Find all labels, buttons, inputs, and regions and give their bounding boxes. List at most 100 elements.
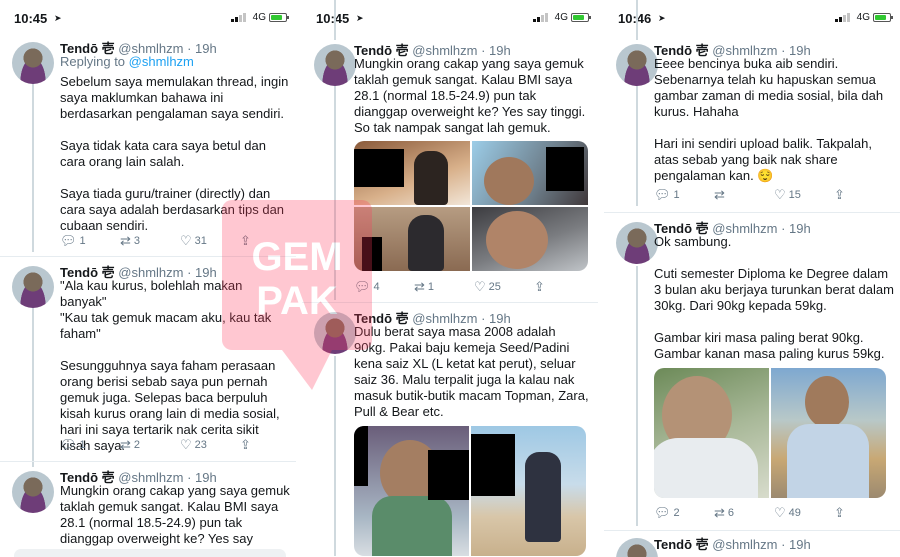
share-button[interactable]: ⇪ xyxy=(240,438,251,451)
author-name[interactable]: Tendō 壱 xyxy=(654,537,709,552)
avatar[interactable] xyxy=(616,222,658,264)
avatar[interactable] xyxy=(314,312,356,354)
battery-icon xyxy=(269,13,289,22)
like-count: 25 xyxy=(488,280,501,293)
retweet-icon: ⇄ xyxy=(120,233,131,248)
retweet-count: 3 xyxy=(133,234,141,247)
tweet-text: Sebelum saya memulakan thread, ingin say… xyxy=(60,74,289,233)
like-count: 31 xyxy=(194,234,207,247)
retweet-button[interactable]: ⇄ 6 xyxy=(714,506,734,519)
tweet-actions: 💬︎ 1 ⇄ 2 ♡ 23 ⇪ xyxy=(60,438,290,454)
photo-grid[interactable] xyxy=(354,141,588,271)
share-icon: ⇪ xyxy=(534,279,545,294)
tweet-text: Ok sambung. Cuti semester Diploma ke Deg… xyxy=(654,234,894,361)
tweet[interactable]: Tendō 壱 @shmlhzm · 19h ⌄ Eeee bencinya b… xyxy=(604,40,900,208)
photo[interactable] xyxy=(354,141,470,205)
reply-icon: 💬︎ xyxy=(60,233,77,248)
divider xyxy=(604,212,900,213)
location-arrow-icon: ➤ xyxy=(54,13,62,23)
tweet-actions: 💬︎ 4 ⇄ 1 ♡ 25 ⇪ xyxy=(354,280,584,296)
avatar[interactable] xyxy=(12,42,54,84)
author-handle[interactable]: @shmlhzm xyxy=(712,537,777,552)
reply-input-bar[interactable] xyxy=(14,549,286,557)
retweet-button[interactable]: ⇄ 1 xyxy=(414,280,434,293)
status-time: 10:45 xyxy=(316,11,350,26)
divider xyxy=(0,461,296,462)
share-button[interactable]: ⇪ xyxy=(534,280,545,293)
tweet-text: Mungkin orang cakap yang saya gemuk takl… xyxy=(60,483,290,557)
share-icon: ⇪ xyxy=(240,233,251,248)
share-button[interactable]: ⇪ xyxy=(834,188,845,201)
reply-button[interactable]: 💬︎ 2 xyxy=(654,506,680,519)
like-button[interactable]: ♡ 15 xyxy=(774,188,801,201)
thread-line xyxy=(636,0,638,40)
like-button[interactable]: ♡ 25 xyxy=(474,280,501,293)
photo[interactable] xyxy=(472,141,588,205)
replying-handle-link[interactable]: @shmlhzm xyxy=(129,54,194,69)
battery-icon xyxy=(571,13,591,22)
tweet[interactable]: Tendō 壱 @shmlhzm · 19h Replying to @shml… xyxy=(0,38,296,256)
status-bar: 10:45 ➤ 4G xyxy=(0,0,296,36)
network-type: 4G xyxy=(252,12,266,23)
retweet-icon: ⇄ xyxy=(414,279,425,294)
divider xyxy=(604,530,900,531)
reply-button[interactable]: 💬︎ 1 xyxy=(60,438,86,451)
like-button[interactable]: ♡ 23 xyxy=(180,438,207,451)
like-count: 15 xyxy=(788,188,801,201)
after-photo[interactable] xyxy=(771,368,886,498)
signal-icon xyxy=(533,13,548,22)
heart-icon: ♡ xyxy=(774,187,786,202)
like-count: 23 xyxy=(194,438,207,451)
photo[interactable] xyxy=(354,426,469,556)
status-bar: 10:45 ➤ 4G xyxy=(302,0,598,36)
person-shape xyxy=(414,151,448,205)
reply-icon: 💬︎ xyxy=(654,187,671,202)
thread-line xyxy=(334,0,336,40)
tweet-text: "Ala kau kurus, bolehlah makan banyak" "… xyxy=(60,278,280,453)
avatar[interactable] xyxy=(616,538,658,557)
network-type: 4G xyxy=(856,12,870,23)
reply-button[interactable]: 💬︎ 1 xyxy=(654,188,680,201)
photo-grid[interactable] xyxy=(654,368,886,498)
share-button[interactable]: ⇪ xyxy=(834,506,845,519)
photo-grid[interactable] xyxy=(354,426,586,556)
censor-box xyxy=(546,147,584,191)
retweet-count: 2 xyxy=(133,438,141,451)
like-button[interactable]: ♡ 49 xyxy=(774,506,801,519)
signal-icon xyxy=(231,13,246,22)
tweet[interactable]: Tendō 壱 @shmlhzm · 19h Mungkin orang cak… xyxy=(0,467,296,557)
share-button[interactable]: ⇪ xyxy=(240,234,251,247)
avatar[interactable] xyxy=(616,44,658,86)
tweet-text: Dulu berat saya masa 2008 adalah 90kg. P… xyxy=(354,324,589,419)
censor-box xyxy=(354,149,404,187)
censor-box xyxy=(354,426,368,486)
avatar[interactable] xyxy=(314,44,356,86)
tweet-actions: 💬︎ 1 ⇄ ♡ 15 ⇪ xyxy=(654,188,884,204)
avatar[interactable] xyxy=(12,471,54,513)
like-count: 49 xyxy=(788,506,801,519)
tweet[interactable]: Tendō 壱 @shmlhzm · 19h ⌄ Dulu berat saya… xyxy=(302,308,598,557)
reply-icon: 💬︎ xyxy=(354,279,371,294)
tweet[interactable]: Tendō 壱 @shmlhzm · 19h xyxy=(604,534,900,557)
tweet[interactable]: Tendō 壱 @shmlhzm · 19h ⌄ "Ala kau kurus,… xyxy=(0,262,296,458)
tweet[interactable]: Tendō 壱 @shmlhzm · 19h ⌄ Mungkin orang c… xyxy=(302,40,598,302)
retweet-button[interactable]: ⇄ 3 xyxy=(120,234,140,247)
retweet-button[interactable]: ⇄ xyxy=(714,188,728,201)
photo[interactable] xyxy=(354,207,470,271)
avatar[interactable] xyxy=(12,266,54,308)
photo[interactable] xyxy=(472,207,588,271)
before-photo[interactable] xyxy=(654,368,769,498)
reply-count: 2 xyxy=(673,506,680,519)
reply-button[interactable]: 💬︎ 4 xyxy=(354,280,380,293)
network-type: 4G xyxy=(554,12,568,23)
retweet-button[interactable]: ⇄ 2 xyxy=(120,438,140,451)
tweet[interactable]: Tendō 壱 @shmlhzm · 19h Ok sambung. Cuti … xyxy=(604,218,900,526)
heart-icon: ♡ xyxy=(774,505,786,520)
share-icon: ⇪ xyxy=(240,437,251,452)
retweet-icon: ⇄ xyxy=(714,187,725,202)
heart-icon: ♡ xyxy=(180,233,192,248)
like-button[interactable]: ♡ 31 xyxy=(180,234,207,247)
reply-button[interactable]: 💬︎ 1 xyxy=(60,234,86,247)
photo[interactable] xyxy=(471,426,586,556)
reply-count: 1 xyxy=(79,234,86,247)
